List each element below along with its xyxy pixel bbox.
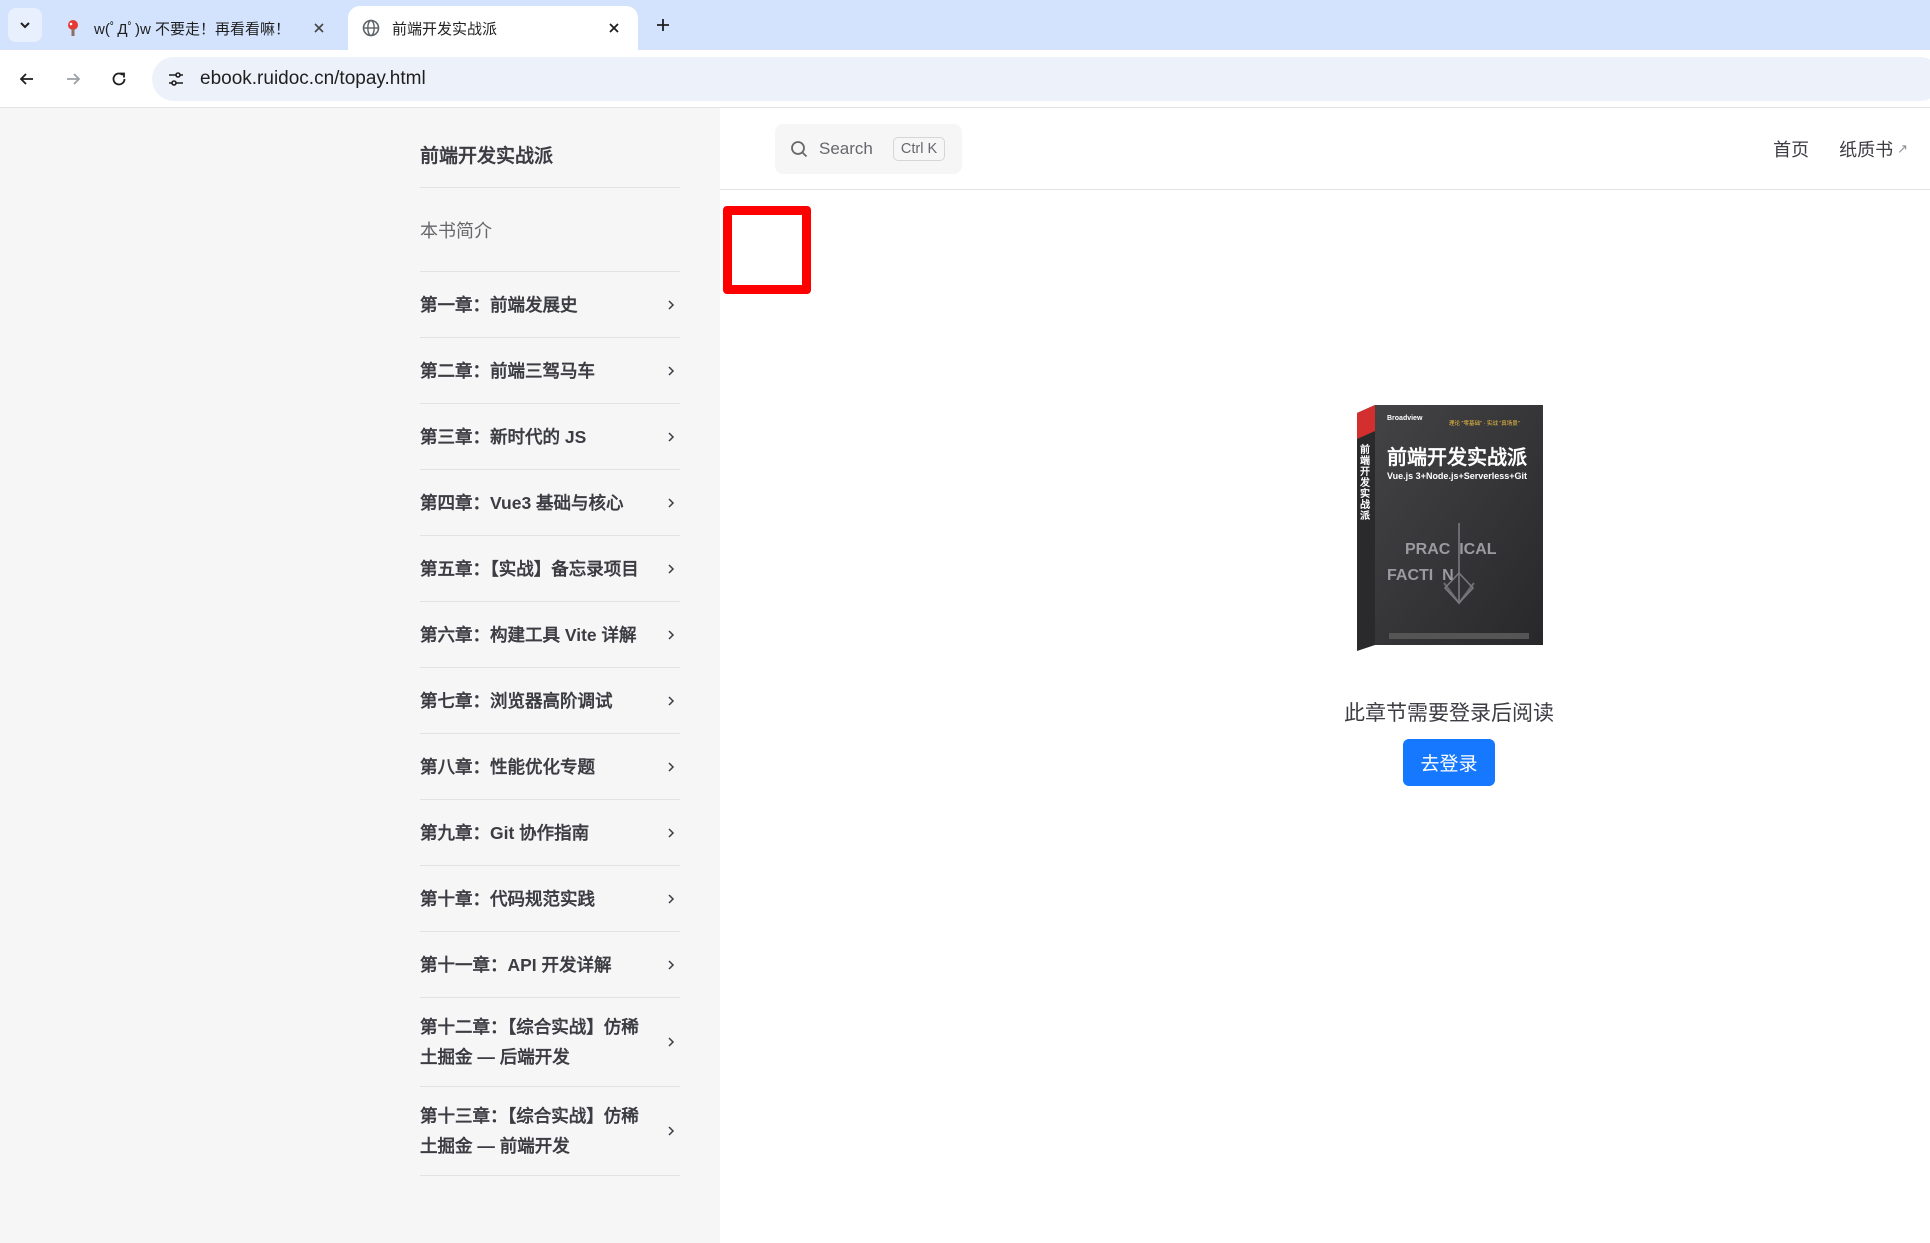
sidebar-chapter-item[interactable]: 第九章：Git 协作指南 [420,800,680,866]
sidebar-chapter-label: 第十二章：【综合实战】仿稀土掘金 — 后端开发 [420,1017,639,1067]
arrow-right-icon [67,73,81,85]
sidebar-chapter-item[interactable]: 第二章：前端三驾马车 [420,338,680,404]
tab-title: 前端开发实战派 [392,20,498,38]
tab-title: w(ﾟДﾟ)w 不要走！再看看嘛！ [94,20,290,38]
sidebar-chapter-label: 第三章：新时代的 JS [420,426,587,447]
sidebar-chapter-label: 第七章：浏览器高阶调试 [420,690,613,711]
page: 前端开发实战派 本书简介 第一章：前端发展史 第二章：前端三驾马车 第三章：新时代的… [0,108,1930,1243]
chevron-right-icon [662,560,680,578]
browser-toolbar: ebook.ruidoc.cn/topay.html [0,50,1930,108]
close-icon[interactable] [604,18,624,38]
tune-icon [169,72,183,86]
chevron-right-icon [662,890,680,908]
tab-active[interactable]: 前端开发实战派 [348,6,638,50]
cover-word-faction: FACTI N [1387,567,1454,584]
browser-tab-strip: w(ﾟДﾟ)w 不要走！再看看嘛！ 前端开发实战派 [0,0,1930,50]
arrow-left-icon [19,73,33,85]
nav-link-label: 纸质书 [1839,140,1894,160]
globe-icon [362,19,380,37]
sidebar-chapter-label: 第四章：Vue3 基础与核心 [420,492,624,513]
chevron-right-icon [662,692,680,710]
login-notice: 此章节需要登录后阅读 [1344,702,1554,725]
chevron-right-icon [662,362,680,380]
chevron-right-icon [662,1122,680,1140]
login-required-panel: Broadview 理论 "零基础" · 实战 "真场景" 前端开发实战派 Vu… [1249,403,1649,786]
chevron-right-icon [662,824,680,842]
tab-favicon-icon [64,19,82,37]
url-text[interactable]: ebook.ruidoc.cn/topay.html [200,68,426,90]
reload-icon [112,72,126,86]
nav-link-paper-book[interactable]: 纸质书 ↗ [1839,136,1908,162]
chevron-right-icon [662,956,680,974]
sidebar-chapter-item[interactable]: 第十三章：【综合实战】仿稀土掘金 — 前端开发 [420,1087,680,1176]
tab-search-button[interactable] [8,8,42,42]
chevron-right-icon [662,758,680,776]
sidebar-chapter-label: 第六章：构建工具 Vite 详解 [420,624,637,645]
sidebar-item-intro[interactable]: 本书简介 [420,188,680,272]
sidebar-chapter-label: 第九章：Git 协作指南 [420,822,590,843]
search-button[interactable]: Search Ctrl K [775,124,962,174]
sidebar-chapter-label: 第十一章：API 开发详解 [420,954,612,975]
cover-publisher: Broadview [1387,415,1423,422]
chapter-list: 第一章：前端发展史 第二章：前端三驾马车 第三章：新时代的 JS 第四章：Vue3 基… [420,272,680,1176]
new-tab-button[interactable] [648,10,678,40]
forward-button[interactable] [56,62,90,96]
chevron-right-icon [662,296,680,314]
cover-title: 前端开发实战派 [1387,447,1527,469]
sidebar-chapter-item[interactable]: 第十二章：【综合实战】仿稀土掘金 — 后端开发 [420,998,680,1087]
address-bar[interactable]: ebook.ruidoc.cn/topay.html [152,57,1930,101]
sidebar-chapter-label: 第十三章：【综合实战】仿稀土掘金 — 前端开发 [420,1106,639,1156]
tab-inactive[interactable]: w(ﾟДﾟ)w 不要走！再看看嘛！ [50,6,343,50]
book-cover-image: Broadview 理论 "零基础" · 实战 "真场景" 前端开发实战派 Vu… [1349,403,1549,653]
top-navbar: Search Ctrl K 首页 纸质书 ↗ [720,108,1930,190]
sidebar: 前端开发实战派 本书简介 第一章：前端发展史 第二章：前端三驾马车 第三章：新时代的… [0,108,720,1243]
chevron-right-icon [662,428,680,446]
sidebar-chapter-item[interactable]: 第一章：前端发展史 [420,272,680,338]
plus-icon [657,19,669,31]
sidebar-chapter-label: 第二章：前端三驾马车 [420,360,595,381]
chevron-right-icon [662,494,680,512]
sidebar-chapter-item[interactable]: 第四章：Vue3 基础与核心 [420,470,680,536]
reload-button[interactable] [102,62,136,96]
cover-tagline: 理论 "零基础" · 实战 "真场景" [1449,421,1520,427]
nav-link-label: 首页 [1773,140,1810,160]
nav-link-home[interactable]: 首页 [1773,136,1809,162]
login-button[interactable]: 去登录 [1403,739,1495,786]
cover-subtitle: Vue.js 3+Node.js+Serverless+Git [1387,471,1527,481]
chevron-right-icon [662,626,680,644]
sidebar-chapter-item[interactable]: 第七章：浏览器高阶调试 [420,668,680,734]
search-shortcut-hint: Ctrl K [892,137,946,161]
sidebar-chapter-label: 第一章：前端发展史 [420,294,578,315]
nav-links: 首页 纸质书 ↗ [1773,108,1908,190]
cover-word-practical: PRAC ICAL [1405,541,1497,558]
sidebar-chapter-label: 第八章：性能优化专题 [420,756,595,777]
chevron-right-icon [662,1033,680,1051]
chevron-down-icon [20,22,30,29]
close-icon[interactable] [309,18,329,38]
sidebar-chapter-item[interactable]: 第五章：【实战】备忘录项目 [420,536,680,602]
sidebar-book-title[interactable]: 前端开发实战派 [420,108,680,188]
search-icon [789,139,809,159]
sidebar-chapter-item[interactable]: 第六章：构建工具 Vite 详解 [420,602,680,668]
external-link-icon: ↗ [1897,141,1908,156]
search-label: Search [819,139,873,158]
back-button[interactable] [10,62,44,96]
sidebar-chapter-label: 第十章：代码规范实践 [420,888,595,909]
cover-spine-title: 前端开发实战派 [1360,445,1370,522]
sidebar-chapter-item[interactable]: 第三章：新时代的 JS [420,404,680,470]
sidebar-chapter-item[interactable]: 第十章：代码规范实践 [420,866,680,932]
sidebar-chapter-item[interactable]: 第八章：性能优化专题 [420,734,680,800]
sidebar-content: 前端开发实战派 本书简介 第一章：前端发展史 第二章：前端三驾马车 第三章：新时代的… [420,108,680,1176]
sidebar-chapter-item[interactable]: 第十一章：API 开发详解 [420,932,680,998]
sidebar-chapter-label: 第五章：【实战】备忘录项目 [420,558,639,579]
highlight-box [723,206,811,294]
site-info-button[interactable] [158,61,194,97]
